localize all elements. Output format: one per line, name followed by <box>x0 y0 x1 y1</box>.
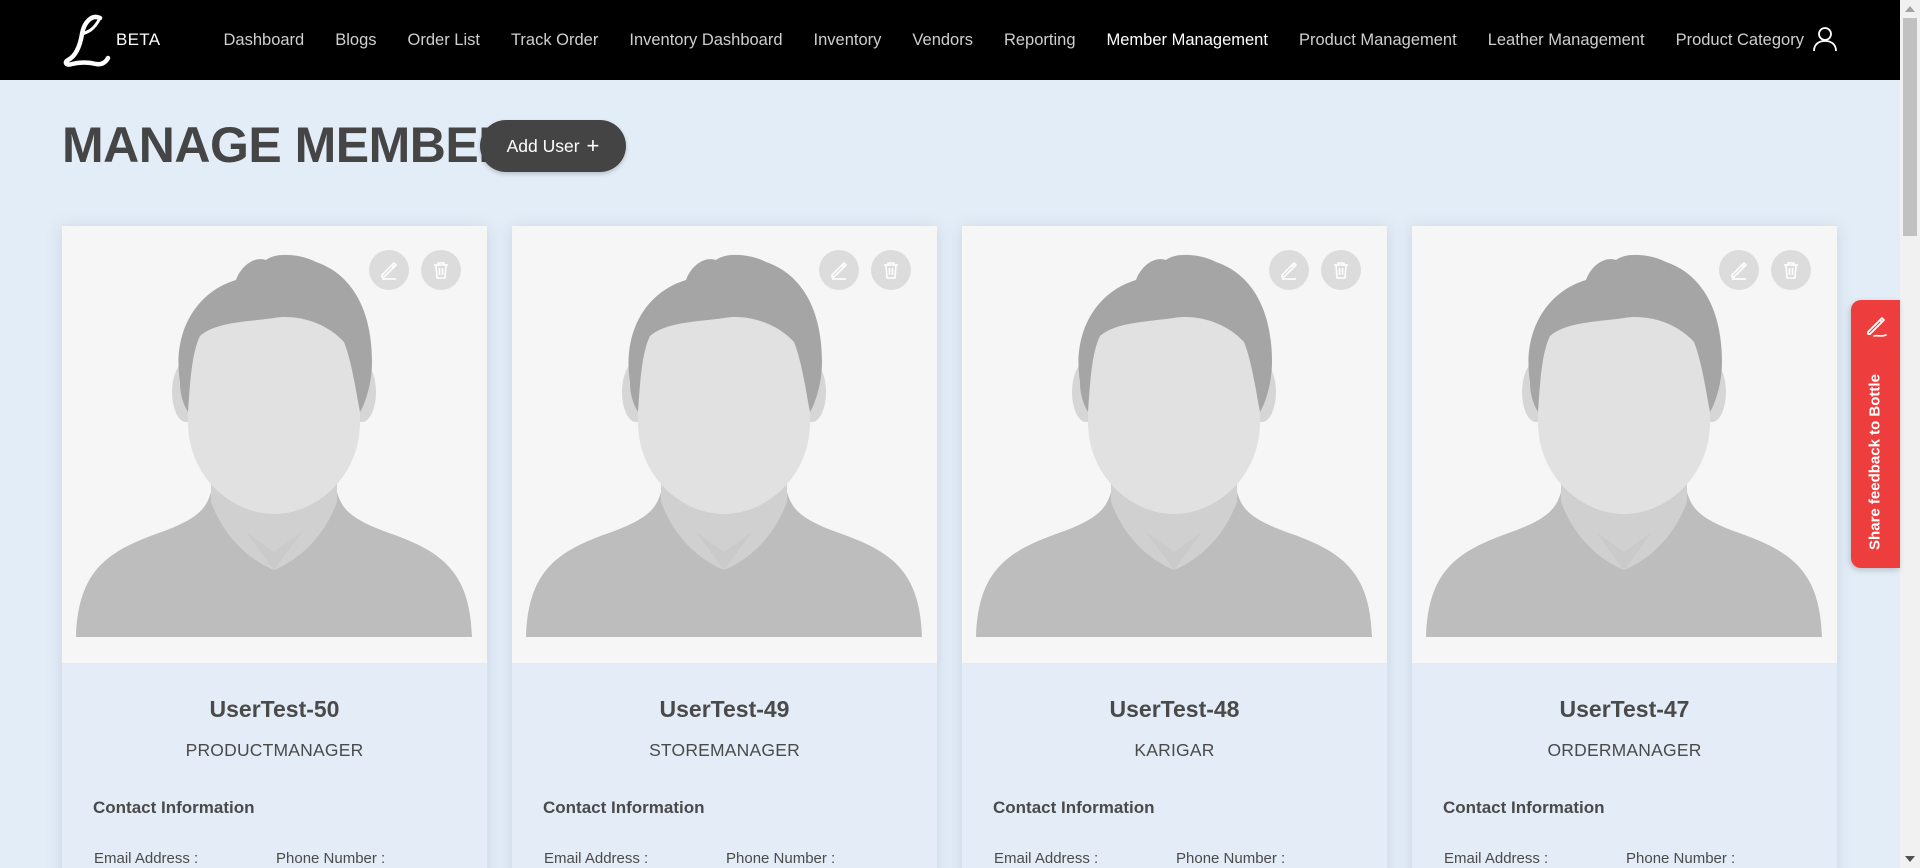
pencil-icon <box>831 262 847 280</box>
member-card: UserTest-47 ORDERMANAGER Contact Informa… <box>1412 226 1837 868</box>
nav-order-list[interactable]: Order List <box>392 31 495 50</box>
scroll-down-arrow-icon[interactable] <box>1905 856 1915 862</box>
nav-inventory[interactable]: Inventory <box>798 31 897 50</box>
pencil-icon <box>381 262 397 280</box>
delete-member-button[interactable] <box>421 250 461 290</box>
user-icon[interactable] <box>1812 26 1838 52</box>
member-name: UserTest-47 <box>1559 696 1690 722</box>
member-name: UserTest-49 <box>659 696 790 722</box>
scrollbar-thumb[interactable] <box>1903 18 1917 236</box>
nav-track-order[interactable]: Track Order <box>495 31 613 50</box>
pencil-icon <box>1731 262 1747 280</box>
page-scrollbar[interactable] <box>1900 0 1920 868</box>
avatar-placeholder-icon <box>1426 254 1822 637</box>
add-user-button[interactable]: Add User + <box>480 120 626 172</box>
share-feedback-label: Share feedback to Bottle <box>1866 374 1884 550</box>
nav-blogs[interactable]: Blogs <box>320 31 392 50</box>
edit-member-button[interactable] <box>369 250 409 290</box>
trash-icon <box>884 262 898 279</box>
plus-icon: + <box>586 133 600 158</box>
nav-reporting[interactable]: Reporting <box>988 31 1091 50</box>
email-address-label: Email Address : <box>994 850 1099 867</box>
nav-member-management[interactable]: Member Management <box>1091 31 1283 50</box>
member-photo <box>962 226 1387 663</box>
trash-icon <box>1334 262 1348 279</box>
delete-member-button[interactable] <box>1771 250 1811 290</box>
brand-logo-link[interactable]: BETA <box>62 12 160 68</box>
member-role: KARIGAR <box>1134 740 1215 760</box>
avatar-placeholder-icon <box>76 254 472 637</box>
main-nav: Dashboard Blogs Order List Track Order I… <box>208 0 1819 80</box>
nav-dashboard[interactable]: Dashboard <box>208 31 320 50</box>
edit-member-button[interactable] <box>1719 250 1759 290</box>
share-feedback-tab[interactable]: Share feedback to Bottle <box>1851 300 1900 568</box>
nav-inventory-dashboard[interactable]: Inventory Dashboard <box>614 31 798 50</box>
delete-member-button[interactable] <box>1321 250 1361 290</box>
member-role: STOREMANAGER <box>649 740 800 760</box>
pencil-icon <box>1867 317 1887 337</box>
phone-number-label: Phone Number : <box>726 850 836 867</box>
nav-product-category[interactable]: Product Category <box>1660 31 1819 50</box>
contact-info-heading: Contact Information <box>93 798 255 817</box>
pencil-icon <box>1281 262 1297 280</box>
member-name: UserTest-48 <box>1109 696 1240 722</box>
member-card: UserTest-49 STOREMANAGER Contact Informa… <box>512 226 937 868</box>
contact-info-heading: Contact Information <box>993 798 1155 817</box>
contact-info-heading: Contact Information <box>1443 798 1605 817</box>
member-role: PRODUCTMANAGER <box>185 740 364 760</box>
brand-logo-icon <box>63 14 111 67</box>
nav-leather-management[interactable]: Leather Management <box>1472 31 1660 50</box>
edit-member-button[interactable] <box>819 250 859 290</box>
email-address-label: Email Address : <box>544 850 649 867</box>
scroll-up-arrow-icon[interactable] <box>1905 6 1915 12</box>
edit-member-button[interactable] <box>1269 250 1309 290</box>
brand-beta-label: BETA <box>116 30 161 49</box>
phone-number-label: Phone Number : <box>1626 850 1736 867</box>
nav-vendors[interactable]: Vendors <box>897 31 989 50</box>
member-photo <box>62 226 487 663</box>
avatar-placeholder-icon <box>976 254 1372 637</box>
nav-product-management[interactable]: Product Management <box>1283 31 1472 50</box>
email-address-label: Email Address : <box>1444 850 1549 867</box>
trash-icon <box>1784 262 1798 279</box>
trash-icon <box>434 262 448 279</box>
page-title: MANAGE MEMBER <box>62 117 514 173</box>
member-card: UserTest-48 KARIGAR Contact Information … <box>962 226 1387 868</box>
member-photo <box>512 226 937 663</box>
add-user-label: Add User <box>506 135 580 156</box>
phone-number-label: Phone Number : <box>1176 850 1286 867</box>
top-navbar: BETA Dashboard Blogs Order List Track Or… <box>0 0 1900 80</box>
member-role: ORDERMANAGER <box>1547 740 1702 760</box>
contact-info-heading: Contact Information <box>543 798 705 817</box>
member-photo <box>1412 226 1837 663</box>
phone-number-label: Phone Number : <box>276 850 386 867</box>
member-name: UserTest-50 <box>209 696 340 722</box>
avatar-placeholder-icon <box>526 254 922 637</box>
email-address-label: Email Address : <box>94 850 199 867</box>
member-card: UserTest-50 PRODUCTMANAGER Contact Infor… <box>62 226 487 868</box>
delete-member-button[interactable] <box>871 250 911 290</box>
